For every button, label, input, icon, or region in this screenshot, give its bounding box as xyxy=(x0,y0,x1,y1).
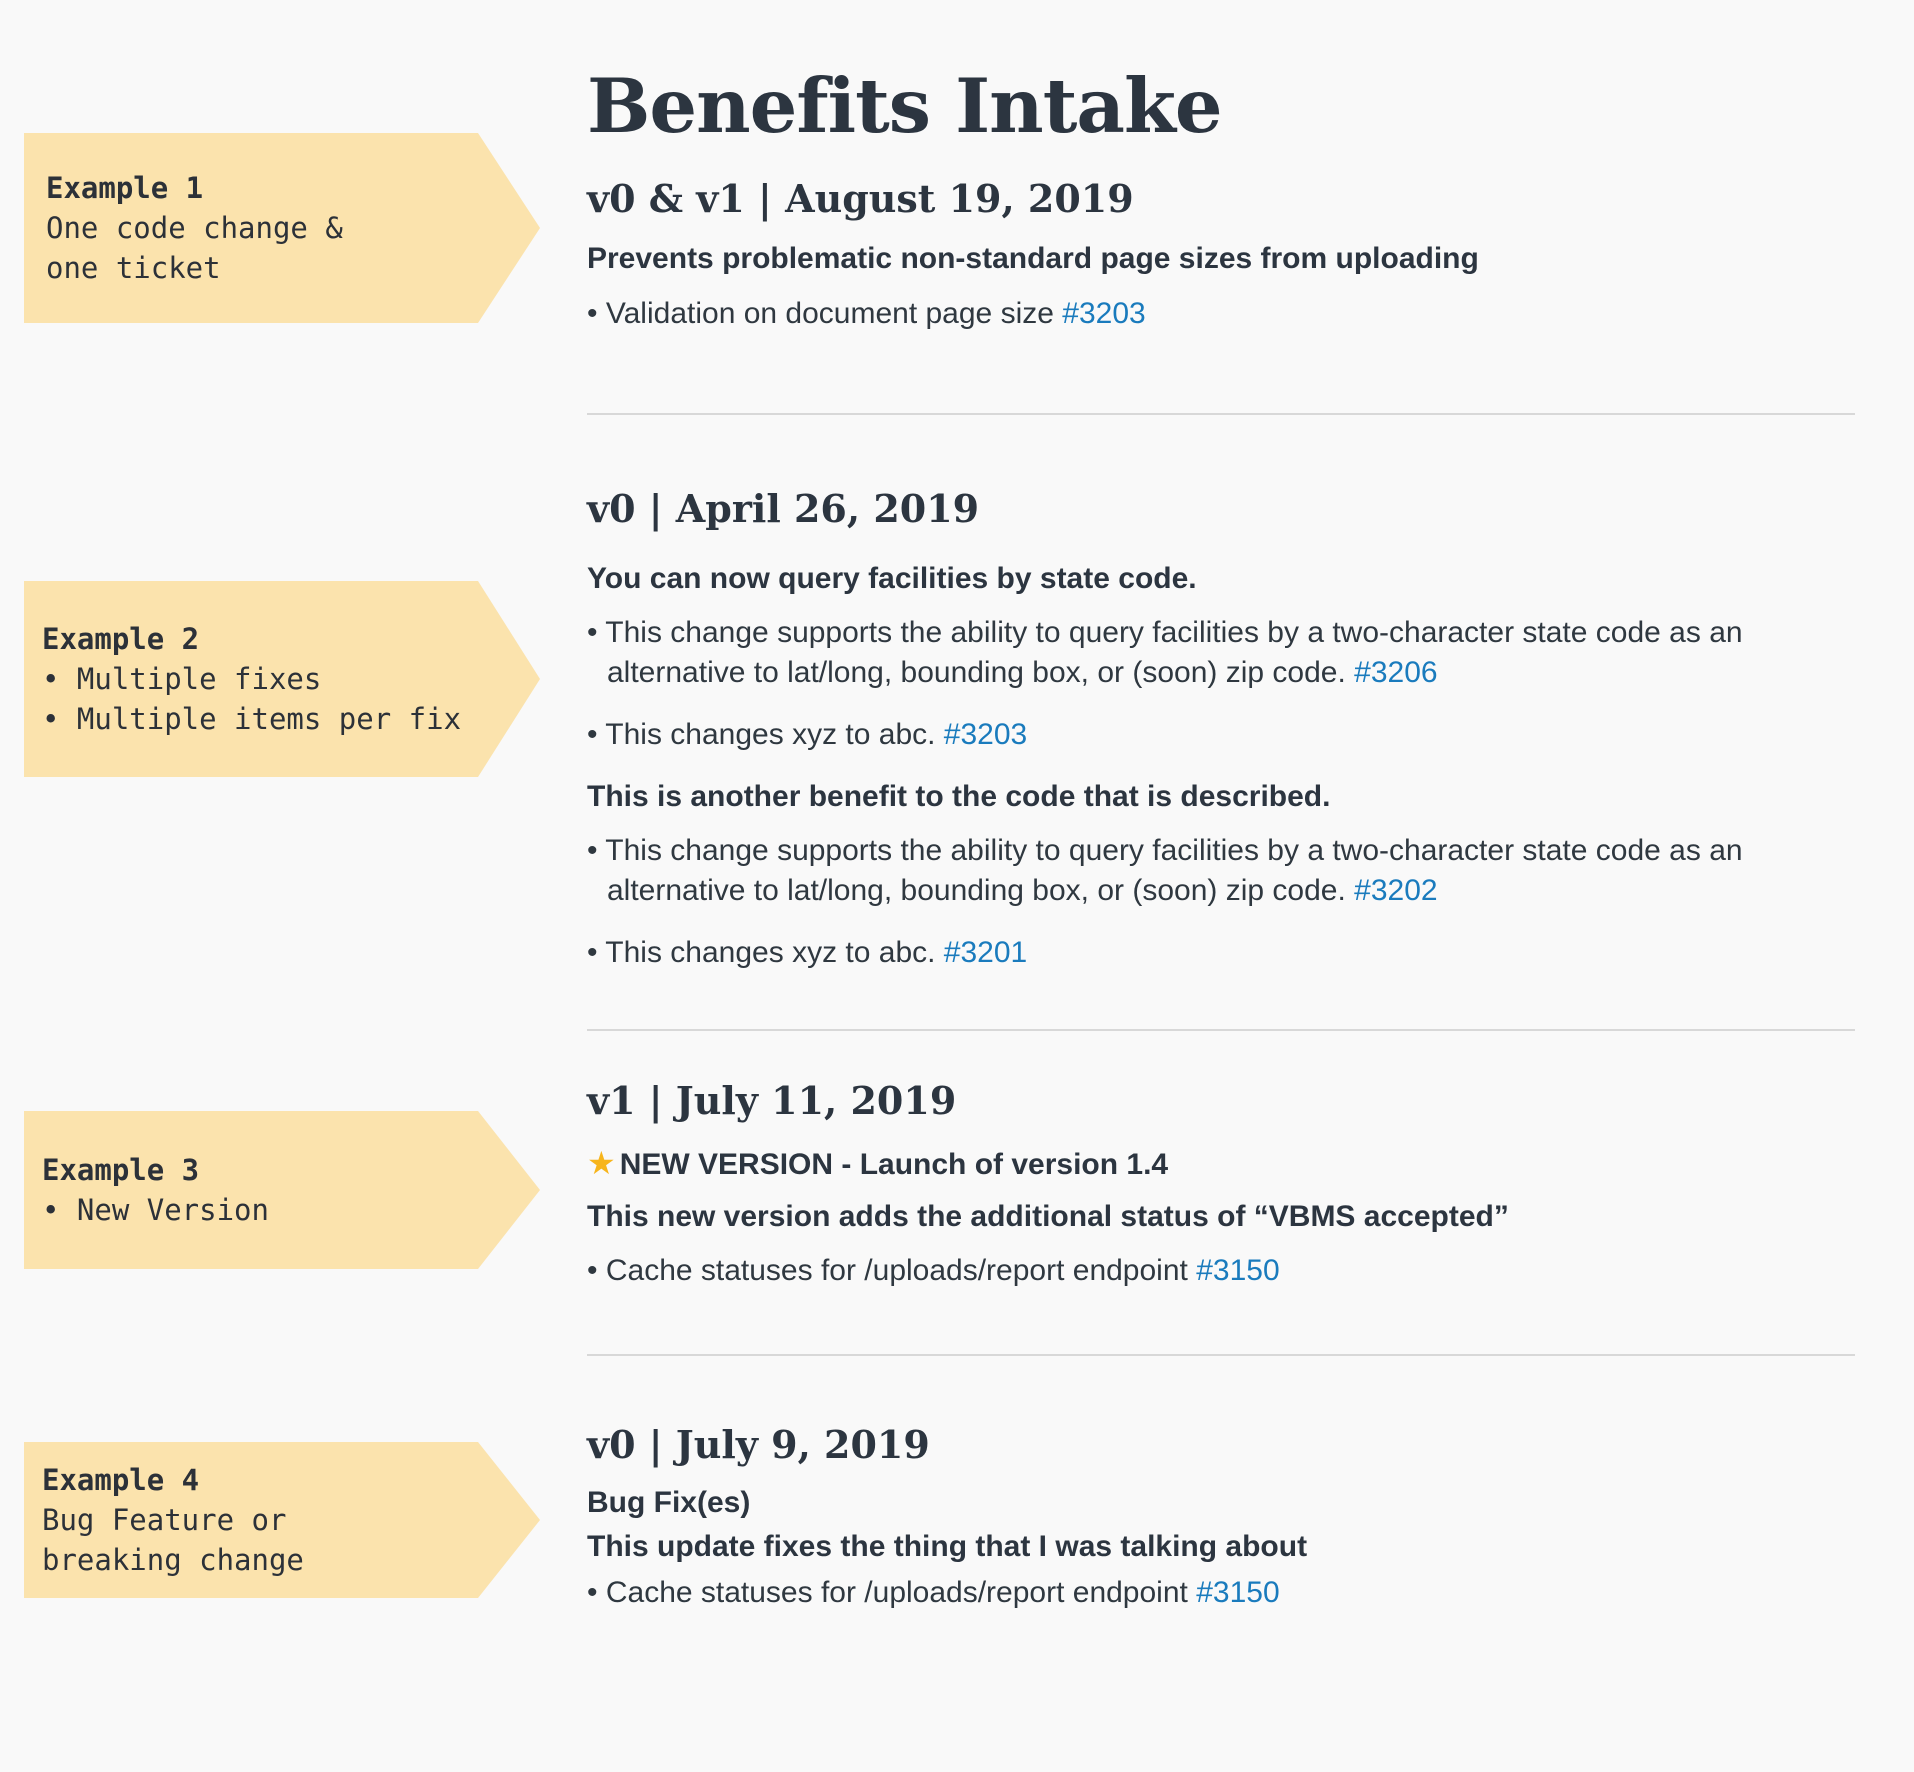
item-text: alternative to lat/long, bounding box, o… xyxy=(607,874,1355,907)
example-tag-3: Example 3 • New Version xyxy=(24,1111,540,1269)
item-text: • This change supports the ability to qu… xyxy=(587,616,1743,649)
example-tag-2: Example 2 • Multiple fixes • Multiple it… xyxy=(24,581,540,777)
ticket-link[interactable]: #3202 xyxy=(1354,874,1437,907)
list-item: • This changes xyz to abc. #3203 xyxy=(587,715,1847,755)
item-text: • Cache statuses for /uploads/report end… xyxy=(587,1254,1197,1287)
ticket-link[interactable]: #3206 xyxy=(1354,656,1437,689)
divider xyxy=(587,413,1855,415)
list-item: • Cache statuses for /uploads/report end… xyxy=(587,1251,1847,1291)
list-item: • This change supports the ability to qu… xyxy=(587,613,1847,693)
ticket-link[interactable]: #3203 xyxy=(944,718,1027,751)
item-text: • This changes xyz to abc. xyxy=(587,718,944,751)
example-line: one ticket xyxy=(46,251,221,285)
item-text: • This change supports the ability to qu… xyxy=(587,834,1743,867)
list-item: • This change supports the ability to qu… xyxy=(587,831,1847,911)
list-item: • Validation on document page size #3203 xyxy=(587,294,1847,334)
example-line: One code change & xyxy=(46,211,343,245)
example-tag-4: Example 4 Bug Feature or breaking change xyxy=(24,1442,540,1598)
example-tag-1: Example 1 One code change & one ticket xyxy=(24,133,540,323)
entry-summary: Prevents problematic non-standard page s… xyxy=(587,242,1479,275)
entry-heading: v0 & v1 | August 19, 2019 xyxy=(587,176,1134,221)
entry-summary: This is another benefit to the code that… xyxy=(587,780,1331,813)
example-title: Example 3 xyxy=(42,1153,200,1187)
page-title: Benefits Intake xyxy=(587,62,1223,150)
example-title: Example 2 xyxy=(42,622,200,656)
entry-heading: v0 | July 9, 2019 xyxy=(587,1422,930,1467)
example-title: Example 4 xyxy=(42,1463,200,1497)
example-line: Bug Feature or xyxy=(42,1503,287,1537)
ticket-link[interactable]: #3150 xyxy=(1196,1576,1279,1609)
example-line: • Multiple items per fix xyxy=(42,702,462,736)
example-title: Example 1 xyxy=(46,171,204,205)
divider xyxy=(587,1029,1855,1031)
item-text: • This changes xyz to abc. xyxy=(587,936,944,969)
item-text: alternative to lat/long, bounding box, o… xyxy=(607,656,1355,689)
entry-summary: This new version adds the additional sta… xyxy=(587,1200,1509,1233)
entry-summary: You can now query facilities by state co… xyxy=(587,562,1197,595)
item-text: • Validation on document page size xyxy=(587,297,1063,330)
list-item: • Cache statuses for /uploads/report end… xyxy=(587,1573,1847,1613)
entry-heading: v1 | July 11, 2019 xyxy=(587,1078,957,1123)
entry-summary: This update fixes the thing that I was t… xyxy=(587,1530,1308,1563)
entry-label: Bug Fix(es) xyxy=(587,1486,751,1519)
star-icon: ★ xyxy=(587,1145,616,1181)
example-line: • New Version xyxy=(42,1193,269,1227)
example-line: • Multiple fixes xyxy=(42,662,322,696)
list-item: • This changes xyz to abc. #3201 xyxy=(587,933,1847,973)
ticket-link[interactable]: #3201 xyxy=(944,936,1027,969)
version-badge: ★ NEW VERSION - Launch of version 1.4 xyxy=(587,1144,1168,1182)
badge-text: NEW VERSION - Launch of version 1.4 xyxy=(619,1148,1169,1181)
ticket-link[interactable]: #3203 xyxy=(1062,297,1145,330)
example-line: breaking change xyxy=(42,1543,304,1577)
ticket-link[interactable]: #3150 xyxy=(1196,1254,1279,1287)
divider xyxy=(587,1354,1855,1356)
entry-heading: v0 | April 26, 2019 xyxy=(587,486,980,531)
item-text: • Cache statuses for /uploads/report end… xyxy=(587,1576,1197,1609)
